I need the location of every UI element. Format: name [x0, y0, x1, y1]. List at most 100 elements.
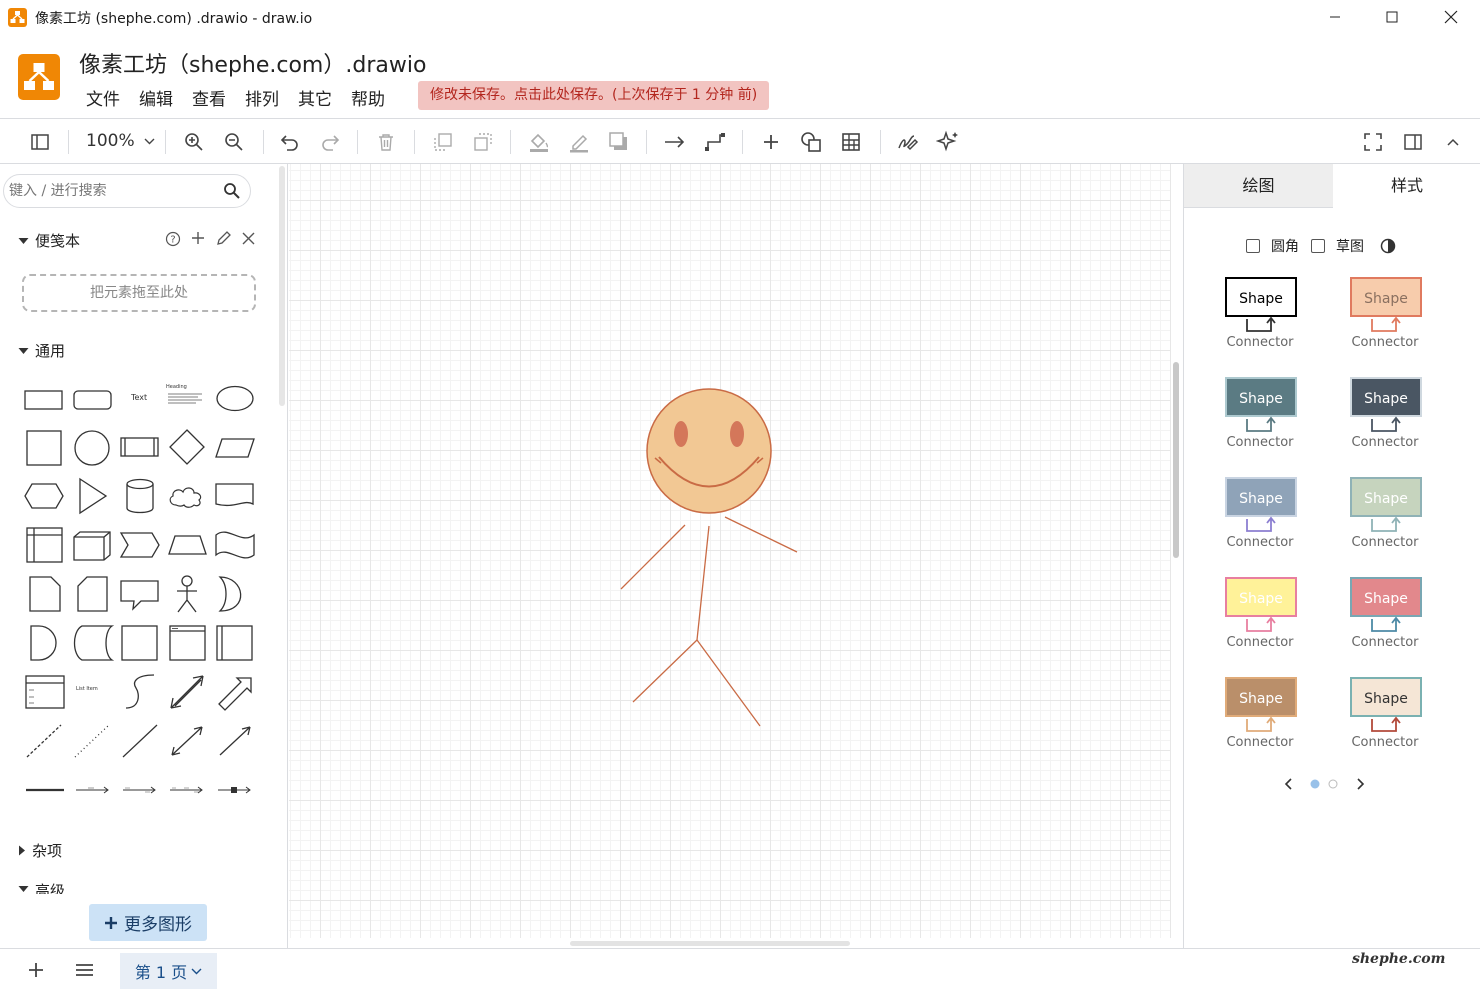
general-section-header[interactable]: 通用 [18, 340, 65, 361]
internal-storage-shape[interactable] [25, 526, 65, 564]
redo-icon[interactable] [317, 129, 343, 155]
tab-style[interactable]: 样式 [1333, 164, 1480, 208]
and-shape[interactable] [28, 624, 62, 662]
text-shape[interactable]: Text [131, 393, 147, 402]
search-icon[interactable] [223, 182, 241, 200]
to-back-icon[interactable] [470, 129, 496, 155]
zoom-dropdown[interactable]: 100% [86, 131, 155, 151]
maximize-button[interactable] [1363, 0, 1421, 34]
bidirectional-arrow-shape[interactable] [167, 672, 207, 712]
style-swatch[interactable]: Shape Connector [1200, 477, 1300, 557]
dotted-line-shape[interactable] [72, 722, 112, 760]
list-item-shape[interactable]: List Item [76, 686, 98, 692]
misc-section-header[interactable]: 杂项 [18, 840, 62, 861]
step-shape[interactable] [119, 531, 161, 559]
stick-figure-drawing[interactable] [289, 164, 1171, 938]
dashed-line-shape[interactable] [24, 722, 64, 760]
freehand-icon[interactable] [895, 129, 921, 155]
hexagon-shape[interactable] [24, 482, 66, 510]
insert-plus-icon[interactable] [758, 129, 784, 155]
scratchpad-dropzone[interactable]: 把元素拖至此处 [22, 274, 256, 312]
chevron-left-icon[interactable] [1284, 778, 1292, 790]
advanced-section-header[interactable]: 高级 [18, 880, 65, 894]
curve-shape[interactable] [120, 672, 160, 712]
square-shape[interactable] [25, 429, 65, 467]
body-line[interactable] [696, 525, 710, 641]
card-shape[interactable] [76, 575, 110, 613]
or-shape[interactable] [217, 575, 253, 613]
right-leg-line[interactable] [696, 639, 761, 727]
style-swatch[interactable]: Shape Connector [1200, 577, 1300, 657]
trapezoid-shape[interactable] [167, 534, 209, 556]
close-icon[interactable] [242, 232, 255, 245]
tab-page-1[interactable]: 第 1 页 [120, 953, 217, 989]
heading-shape[interactable]: Heading [166, 384, 206, 410]
shape-search-box[interactable] [3, 174, 251, 208]
left-arm-line[interactable] [620, 524, 686, 590]
shapes-icon[interactable] [798, 129, 824, 155]
diamond-shape[interactable] [167, 428, 207, 466]
scratchpad-header[interactable]: 便笺本 [18, 230, 80, 251]
pages-menu-icon[interactable] [75, 963, 94, 977]
rectangle-shape[interactable] [24, 388, 64, 410]
canvas-vertical-scrollbar[interactable] [1173, 362, 1179, 558]
connector-two-labels-shape[interactable] [121, 784, 159, 796]
callout-shape[interactable] [119, 579, 161, 611]
cube-shape[interactable] [72, 530, 114, 562]
style-swatch[interactable]: Shape Connector [1325, 377, 1425, 457]
list-shape[interactable] [24, 674, 66, 710]
canvas-horizontal-scrollbar[interactable] [570, 941, 850, 946]
vertical-container-shape[interactable] [215, 624, 255, 662]
shadow-icon[interactable] [606, 129, 632, 155]
note-shape[interactable] [28, 575, 62, 613]
right-arm-line[interactable] [724, 516, 798, 553]
minimize-button[interactable] [1306, 0, 1364, 34]
fullscreen-icon[interactable] [1360, 129, 1386, 155]
zoom-out-icon[interactable] [221, 129, 247, 155]
arrow-shape[interactable] [215, 672, 255, 712]
connection-arrow-icon[interactable] [662, 129, 688, 155]
chevron-right-icon[interactable] [1357, 778, 1365, 790]
ellipse-shape[interactable] [214, 385, 256, 412]
table-icon[interactable] [838, 129, 864, 155]
ai-sparkle-icon[interactable] [935, 129, 961, 155]
menu-file[interactable]: 文件 [86, 85, 120, 110]
collapse-chevron-up-icon[interactable] [1440, 129, 1466, 155]
connector-symbol-shape[interactable] [216, 784, 254, 796]
horizontal-container-shape[interactable] [168, 624, 208, 662]
page-dot[interactable] [1328, 779, 1338, 789]
connector-three-labels-shape[interactable] [168, 784, 206, 796]
link-shape[interactable] [24, 784, 66, 796]
style-swatch[interactable]: Shape Connector [1325, 277, 1425, 357]
parallelogram-shape[interactable] [214, 437, 256, 459]
container-shape[interactable] [120, 624, 160, 662]
data-storage-shape[interactable] [72, 624, 114, 662]
sketch-checkbox[interactable] [1311, 239, 1325, 253]
menu-edit[interactable]: 编辑 [139, 85, 173, 110]
style-swatch[interactable]: Shape Connector [1200, 677, 1300, 757]
fill-color-icon[interactable] [526, 129, 552, 155]
rounded-checkbox[interactable] [1246, 239, 1260, 253]
unsaved-changes-notice[interactable]: 修改未保存。点击此处保存。(上次保存于 1 分钟 前) [418, 81, 770, 110]
process-shape[interactable] [120, 436, 160, 460]
delete-icon[interactable] [373, 129, 399, 155]
contrast-icon[interactable] [1380, 238, 1396, 254]
waypoints-icon[interactable] [702, 129, 728, 155]
menu-extras[interactable]: 其它 [298, 85, 332, 110]
actor-shape[interactable] [173, 574, 201, 614]
style-swatch[interactable]: Shape Connector [1325, 677, 1425, 757]
menu-help[interactable]: 帮助 [351, 85, 385, 110]
style-swatch[interactable]: Shape Connector [1200, 277, 1300, 357]
rounded-rectangle-shape[interactable] [72, 388, 114, 410]
format-panel-toggle-icon[interactable] [27, 129, 53, 155]
add-page-icon[interactable] [28, 962, 44, 978]
tape-shape[interactable] [214, 529, 256, 561]
menu-view[interactable]: 查看 [192, 85, 226, 110]
smiley-face-shape[interactable] [646, 388, 772, 514]
cloud-shape[interactable] [167, 482, 209, 510]
line-color-icon[interactable] [566, 129, 592, 155]
left-leg-line[interactable] [632, 639, 698, 703]
cylinder-shape[interactable] [124, 477, 156, 515]
bidirectional-connector-shape[interactable] [167, 722, 207, 760]
directional-connector-shape[interactable] [215, 722, 255, 760]
